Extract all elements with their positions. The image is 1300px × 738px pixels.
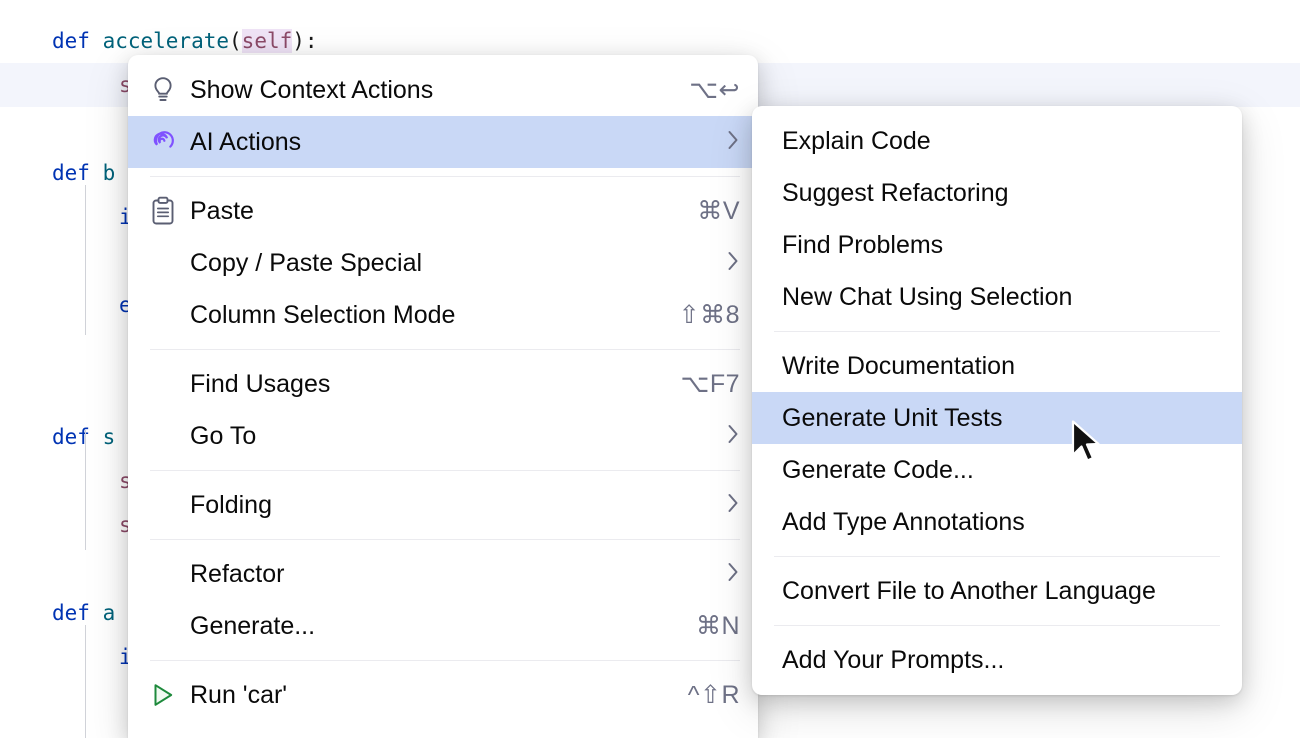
chevron-right-icon <box>702 492 740 519</box>
menu-item-label: Generate Code... <box>782 456 974 485</box>
menu-item-label: Column Selection Mode <box>190 301 455 330</box>
menu-item-folding[interactable]: Folding <box>128 479 758 531</box>
menu-item-shortcut: ^⇧R <box>664 680 740 710</box>
menu-item-paste[interactable]: Paste ⌘V <box>128 185 758 237</box>
no-icon <box>146 421 180 451</box>
code-text: s <box>0 471 132 492</box>
menu-item-find-usages[interactable]: Find Usages ⌥F7 <box>128 358 758 410</box>
indent-guide <box>85 625 86 738</box>
no-icon <box>146 611 180 641</box>
ai-spiral-icon <box>146 127 180 157</box>
chevron-right-icon <box>702 129 740 156</box>
no-icon <box>146 490 180 520</box>
menu-item-shortcut: ⌥↩ <box>665 75 740 105</box>
chevron-right-icon <box>702 250 740 277</box>
chevron-right-icon <box>702 561 740 588</box>
menu-item-label: Folding <box>190 491 272 520</box>
no-icon <box>146 369 180 399</box>
menu-item-shortcut: ⌥F7 <box>657 369 740 399</box>
ai-actions-submenu[interactable]: Explain Code Suggest Refactoring Find Prob… <box>752 106 1242 695</box>
menu-item-explain-code[interactable]: Explain Code <box>752 115 1242 167</box>
menu-separator <box>774 625 1220 626</box>
menu-item-label: New Chat Using Selection <box>782 283 1072 312</box>
lightbulb-icon <box>146 75 180 105</box>
menu-separator <box>150 470 740 471</box>
menu-item-shortcut: ⌘V <box>673 196 740 226</box>
menu-item-label: Show Context Actions <box>190 76 433 105</box>
menu-item-generate-code[interactable]: Generate Code... <box>752 444 1242 496</box>
indent-guide <box>85 185 86 335</box>
menu-item-label: Convert File to Another Language <box>782 577 1156 606</box>
menu-item-convert-file-to-another-language[interactable]: Convert File to Another Language <box>752 565 1242 617</box>
code-text: e <box>0 295 132 316</box>
menu-item-label: Go To <box>190 422 256 451</box>
menu-item-label: Explain Code <box>782 127 931 156</box>
menu-item-write-documentation[interactable]: Write Documentation <box>752 340 1242 392</box>
no-icon <box>146 300 180 330</box>
menu-item-label: Generate Unit Tests <box>782 404 1002 433</box>
code-text: def s <box>0 427 115 448</box>
menu-item-generate[interactable]: Generate... ⌘N <box>128 600 758 652</box>
no-icon <box>146 559 180 589</box>
menu-item-label: AI Actions <box>190 128 301 157</box>
menu-item-show-context-actions[interactable]: Show Context Actions ⌥↩ <box>128 64 758 116</box>
menu-item-go-to[interactable]: Go To <box>128 410 758 462</box>
menu-item-label: Run 'car' <box>190 681 287 710</box>
menu-separator <box>774 331 1220 332</box>
run-play-icon <box>146 680 180 710</box>
menu-item-label: Add Type Annotations <box>782 508 1025 537</box>
code-text: def b <box>0 163 115 184</box>
menu-item-label: Refactor <box>190 560 284 589</box>
menu-separator <box>150 176 740 177</box>
menu-item-label: Generate... <box>190 612 315 641</box>
menu-item-copy-paste-special[interactable]: Copy / Paste Special <box>128 237 758 289</box>
menu-item-new-chat-using-selection[interactable]: New Chat Using Selection <box>752 271 1242 323</box>
menu-item-find-problems[interactable]: Find Problems <box>752 219 1242 271</box>
menu-separator <box>150 660 740 661</box>
menu-item-add-your-prompts[interactable]: Add Your Prompts... <box>752 634 1242 686</box>
menu-item-ai-actions[interactable]: AI Actions <box>128 116 758 168</box>
menu-item-run-car[interactable]: Run 'car' ^⇧R <box>128 669 758 721</box>
menu-item-suggest-refactoring[interactable]: Suggest Refactoring <box>752 167 1242 219</box>
menu-separator <box>150 349 740 350</box>
menu-item-add-type-annotations[interactable]: Add Type Annotations <box>752 496 1242 548</box>
code-text: def a <box>0 603 115 624</box>
menu-item-column-selection-mode[interactable]: Column Selection Mode ⇧⌘8 <box>128 289 758 341</box>
menu-item-label: Copy / Paste Special <box>190 249 422 278</box>
menu-item-label: Suggest Refactoring <box>782 179 1009 208</box>
menu-item-shortcut: ⌘N <box>672 611 740 641</box>
menu-item-label: Paste <box>190 197 254 226</box>
menu-separator <box>150 539 740 540</box>
screen: def accelerate(self):selfdef biedef sssd… <box>0 0 1300 738</box>
no-icon <box>146 248 180 278</box>
menu-item-label: Find Usages <box>190 370 330 399</box>
code-text: s <box>0 515 132 536</box>
menu-item-refactor[interactable]: Refactor <box>128 548 758 600</box>
indent-guide <box>85 430 86 550</box>
menu-item-label: Find Problems <box>782 231 943 260</box>
menu-separator <box>774 556 1220 557</box>
chevron-right-icon <box>702 423 740 450</box>
code-text: def accelerate(self): <box>0 31 318 52</box>
code-text: i <box>0 647 132 668</box>
editor-context-menu[interactable]: Show Context Actions ⌥↩ AI Actions Paste ⌘V C… <box>128 55 758 738</box>
menu-item-label: Add Your Prompts... <box>782 646 1004 675</box>
menu-item-label: Write Documentation <box>782 352 1015 381</box>
menu-item-shortcut: ⇧⌘8 <box>655 300 740 330</box>
menu-item-generate-unit-tests[interactable]: Generate Unit Tests <box>752 392 1242 444</box>
clipboard-icon <box>146 196 180 226</box>
code-text: i <box>0 207 132 228</box>
